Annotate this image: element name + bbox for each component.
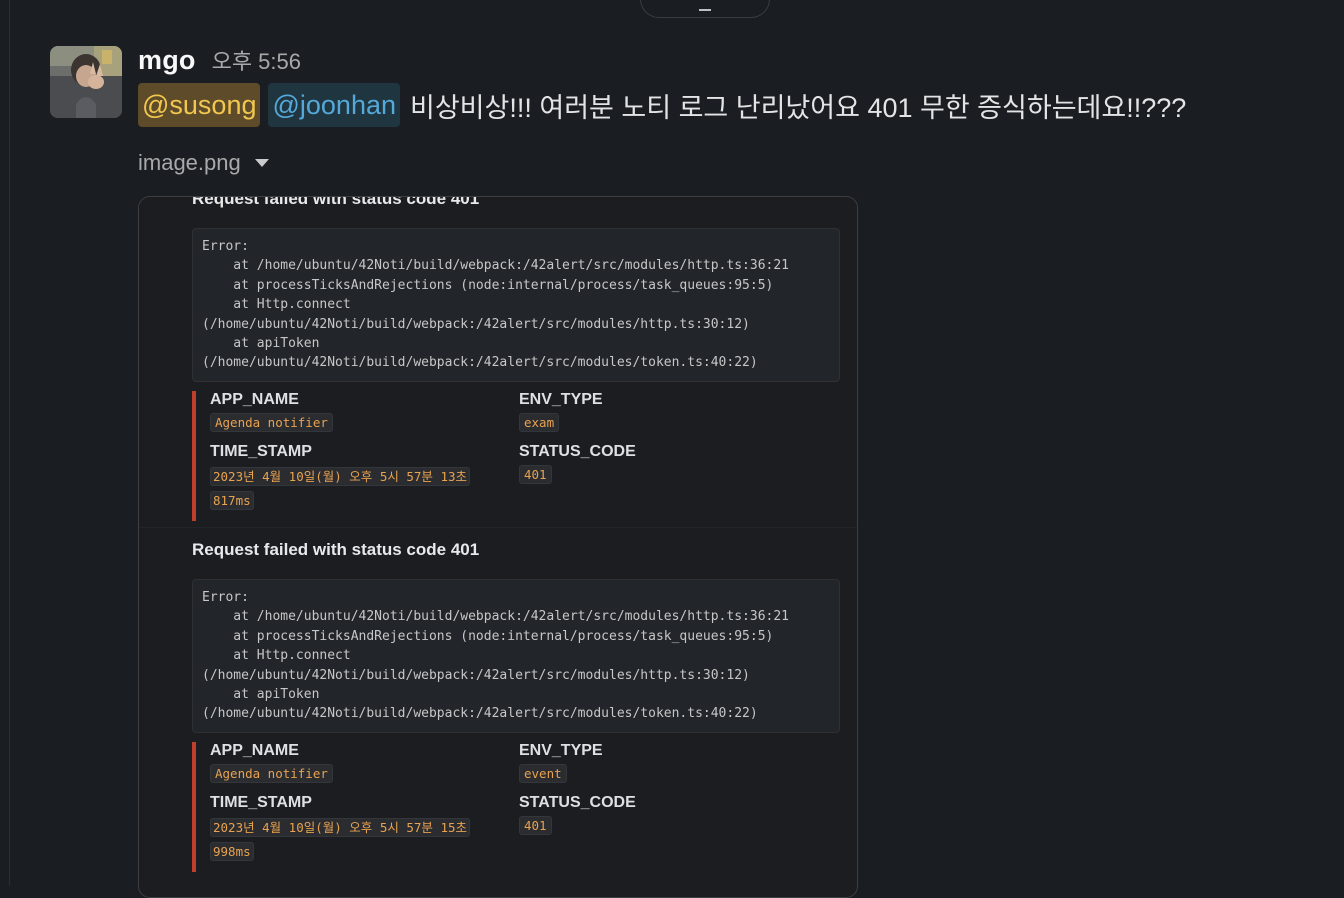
field-time-stamp: TIME_STAMP 2023년 4월 10일(월) 오후 5시 57분 13초… [210,443,476,513]
error-line: at processTicksAndRejections (node:inter… [202,277,774,293]
field-status-code: STATUS_CODE 401 [519,794,636,835]
message-timestamp[interactable]: 오후 5:56 [212,44,301,76]
username[interactable]: mgo [138,45,196,76]
avatar[interactable] [50,46,122,118]
field-value: exam [519,413,560,432]
field-value: 2023년 4월 10일(월) 오후 5시 57분 15초 998ms [210,816,476,864]
alert-block: Request failed with status code 401 Erro… [139,196,857,527]
error-line: at apiToken [202,687,320,703]
error-line: (/home/ubuntu/42Noti/build/webpack:/42al… [202,316,750,332]
field-label: STATUS_CODE [519,443,636,460]
field-value: event [519,764,567,783]
field-app-name: APP_NAME Agenda notifier [210,742,333,783]
file-name[interactable]: image.png [138,150,241,176]
error-line: Error: [202,590,249,605]
date-divider-pill[interactable] [640,0,770,18]
field-label: APP_NAME [210,742,299,759]
field-label: ENV_TYPE [519,742,603,759]
time-stamp-line1: 2023년 4월 10일(월) 오후 5시 57분 13초 [210,467,471,486]
field-status-code: STATUS_CODE 401 [519,443,636,484]
file-header[interactable]: image.png [138,150,269,176]
field-label: STATUS_CODE [519,794,636,811]
field-label: APP_NAME [210,391,299,408]
field-label: TIME_STAMP [210,443,312,460]
field-value: 2023년 4월 10일(월) 오후 5시 57분 13초 817ms [210,465,476,513]
message-body: @susong @joonhan 비상비상!!! 여러분 노티 로그 난리났어요… [138,82,1186,128]
time-stamp-line2: 998ms [210,842,254,861]
error-line: Error: [202,239,249,254]
time-stamp-line2: 817ms [210,491,254,510]
error-line: at Http.connect [202,297,351,313]
message-header: mgo 오후 5:56 [138,44,301,80]
message-text: 비상비상!!! 여러분 노티 로그 난리났어요 401 무한 증식하는데요!!?… [410,92,1187,123]
field-value: 401 [519,465,552,484]
field-value: Agenda notifier [210,413,333,432]
divider-underline [699,9,711,11]
field-app-name: APP_NAME Agenda notifier [210,391,333,432]
alert-fields: APP_NAME Agenda notifier ENV_TYPE event … [192,742,836,872]
alert-block: Request failed with status code 401 Erro… [139,527,857,897]
time-stamp-line1: 2023년 4월 10일(월) 오후 5시 57분 15초 [210,818,471,837]
error-line: (/home/ubuntu/42Noti/build/webpack:/42al… [202,667,750,683]
caret-down-icon[interactable] [254,159,269,167]
mention-susong[interactable]: @susong [138,83,261,127]
image-attachment[interactable]: Request failed with status code 401 Erro… [138,196,858,898]
error-stack-text: Error: at /home/ubuntu/42Noti/build/webp… [193,229,839,373]
field-env-type: ENV_TYPE exam [519,391,603,432]
field-env-type: ENV_TYPE event [519,742,603,783]
alert-fields: APP_NAME Agenda notifier ENV_TYPE exam T… [192,391,836,521]
alert-title: Request failed with status code 401 [192,196,480,208]
avatar-photo [50,46,122,118]
error-line: (/home/ubuntu/42Noti/build/webpack:/42al… [202,706,758,722]
error-line: at /home/ubuntu/42Noti/build/webpack:/42… [202,258,789,274]
field-time-stamp: TIME_STAMP 2023년 4월 10일(월) 오후 5시 57분 15초… [210,794,476,864]
error-stack-box: Error: at /home/ubuntu/42Noti/build/webp… [192,579,840,733]
error-line: at apiToken [202,336,320,352]
error-line: (/home/ubuntu/42Noti/build/webpack:/42al… [202,355,758,371]
mention-joonhan[interactable]: @joonhan [268,83,400,127]
error-line: at processTicksAndRejections (node:inter… [202,628,774,644]
error-stack-box: Error: at /home/ubuntu/42Noti/build/webp… [192,228,840,382]
field-value: 401 [519,816,552,835]
field-label: ENV_TYPE [519,391,603,408]
channel-left-border [9,0,10,886]
error-line: at Http.connect [202,648,351,664]
alert-title: Request failed with status code 401 [192,540,480,559]
field-value: Agenda notifier [210,764,333,783]
field-label: TIME_STAMP [210,794,312,811]
error-stack-text: Error: at /home/ubuntu/42Noti/build/webp… [193,580,839,724]
error-line: at /home/ubuntu/42Noti/build/webpack:/42… [202,609,789,625]
